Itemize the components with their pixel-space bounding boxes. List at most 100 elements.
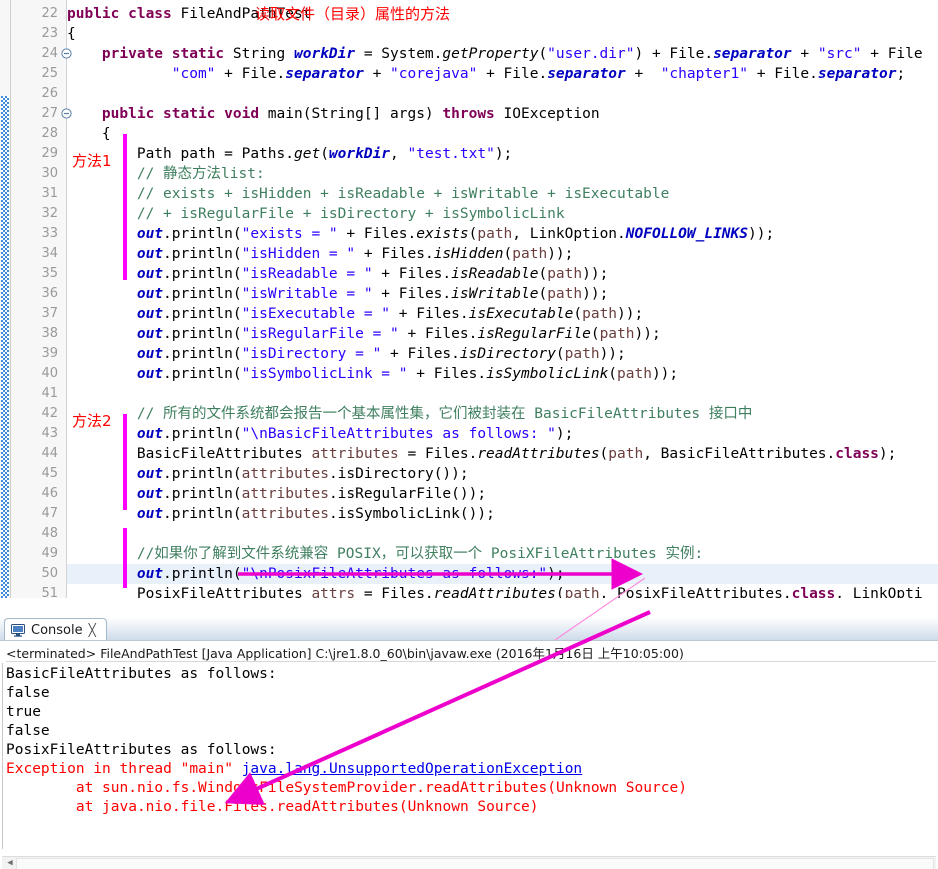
console-error-line: Exception in thread "main" java.lang.Uns… xyxy=(6,761,583,777)
code-token: ( xyxy=(590,326,600,342)
code-token: "isSymbolicLink = " xyxy=(241,366,408,382)
code-token: IOException xyxy=(503,106,600,122)
code-token: + Files. xyxy=(372,266,452,282)
line-number: 23 xyxy=(41,26,58,41)
code-token: path xyxy=(477,226,513,242)
code-line[interactable]: Path path = Paths.get(workDir, "test.txt… xyxy=(67,144,512,164)
line-number: 32 xyxy=(41,206,58,221)
line-number: 28 xyxy=(41,126,58,141)
code-line[interactable]: out.println("isHidden = " + Files.isHidd… xyxy=(67,244,574,264)
code-token: ( xyxy=(503,246,513,262)
code-token: class xyxy=(791,586,836,598)
code-line[interactable]: // + isRegularFile + isDirectory + isSym… xyxy=(67,204,565,224)
console-output-panel[interactable]: <terminated> FileAndPathTest [Java Appli… xyxy=(0,640,938,869)
code-line[interactable]: out.println("exists = " + Files.exists(p… xyxy=(67,224,774,244)
code-token: + Files. xyxy=(390,306,469,322)
code-line[interactable]: out.println("isSymbolicLink = " + Files.… xyxy=(67,364,678,384)
code-line[interactable]: out.println("\nPosixFileAttributes as fo… xyxy=(67,564,565,584)
editor-line-number-ruler: 22 23 24 25 26 27 28 29 30 31 32 33 34 35 36 37 38 39 40 41… xyxy=(11,0,72,598)
code-token: out xyxy=(136,226,164,242)
code-line[interactable]: out.println("\nBasicFileAttributes as fo… xyxy=(67,424,574,444)
code-token: attributes xyxy=(311,446,399,462)
code-token: .println( xyxy=(163,226,242,242)
code-line[interactable]: out.println("isExecutable = " + Files.is… xyxy=(67,304,643,324)
tab-console[interactable]: Console ╳ xyxy=(4,618,107,641)
console-stacktrace-link[interactable]: java.lang.UnsupportedOperationException xyxy=(242,761,582,777)
code-token: + Files. xyxy=(372,286,452,302)
code-token: , LinkOpti xyxy=(835,586,923,598)
code-token: // 所有的文件系统都会报告一个基本属性集，它们被封装在 BasicFileAt… xyxy=(67,406,753,422)
code-line[interactable]: out.println(attributes.isDirectory()); xyxy=(67,464,469,484)
code-line[interactable]: "com" + File.separator + "corejava" + Fi… xyxy=(67,64,905,84)
editor-annotation-ruler[interactable] xyxy=(0,0,11,598)
code-line[interactable]: out.println("isDirectory = " + Files.isD… xyxy=(67,344,626,364)
java-editor[interactable]: 22 23 24 25 26 27 28 29 30 31 32 33 34 35 36 37 38 39 40 41… xyxy=(0,0,938,598)
code-line[interactable]: private static String workDir = System.g… xyxy=(67,44,923,64)
code-token: path xyxy=(599,326,635,342)
code-token: "exists = " xyxy=(241,226,338,242)
line-number: 40 xyxy=(41,366,58,381)
code-token: + xyxy=(625,66,661,82)
code-token: out xyxy=(136,486,164,502)
code-token: "isWritable = " xyxy=(241,286,373,302)
console-icon xyxy=(11,623,25,637)
code-token: + File. xyxy=(748,66,818,82)
code-token: String xyxy=(232,46,294,62)
code-line[interactable]: out.println(attributes.isRegularFile()); xyxy=(67,484,486,504)
code-token: separator xyxy=(285,66,364,82)
code-line[interactable]: BasicFileAttributes attributes = Files.r… xyxy=(67,444,897,464)
console-output-text[interactable]: BasicFileAttributes as follows: false true… xyxy=(6,665,932,817)
console-horizontal-scrollbar[interactable]: ◀ xyxy=(2,856,936,869)
code-token: isExecutable xyxy=(468,306,574,322)
code-token: class xyxy=(835,446,879,462)
code-line[interactable]: //如果你了解到文件系统兼容 POSIX，可以获取一个 PosiXFileAtt… xyxy=(67,544,703,564)
code-token: PosixFileAttributes xyxy=(67,586,312,598)
code-token: isWritable xyxy=(451,286,539,302)
code-token: // exists + isHidden + isReadable + isWr… xyxy=(67,186,670,202)
code-line[interactable]: out.println("isReadable = " + Files.isRe… xyxy=(67,264,608,284)
code-token: BasicFileAttributes xyxy=(67,446,312,462)
code-token: ( xyxy=(320,146,329,162)
code-line[interactable]: { xyxy=(67,124,111,144)
code-line[interactable]: out.println("isRegularFile = " + Files.i… xyxy=(67,324,661,344)
code-line[interactable]: // exists + isHidden + isReadable + isWr… xyxy=(67,184,670,204)
code-token: )); xyxy=(634,326,661,342)
scrollbar-thumb[interactable] xyxy=(16,858,934,869)
code-token: readAttributes xyxy=(477,446,600,462)
code-token: .println( xyxy=(163,286,242,302)
code-line[interactable]: out.println(attributes.isSymbolicLink())… xyxy=(67,504,495,524)
code-token: static xyxy=(163,106,225,122)
editor-code-area[interactable]: public class FileAndPathTest{ private st… xyxy=(67,0,938,598)
code-token: + xyxy=(791,46,818,62)
code-line[interactable]: { xyxy=(67,24,76,44)
code-token: )); xyxy=(748,226,775,242)
code-token: "\nPosixFileAttributes as follows:" xyxy=(241,566,548,582)
line-number: 27 xyxy=(41,106,58,121)
code-token: ( xyxy=(599,446,609,462)
code-token: path xyxy=(617,366,652,382)
code-token: + Files. xyxy=(407,366,487,382)
code-line[interactable]: // 所有的文件系统都会报告一个基本属性集，它们被封装在 BasicFileAt… xyxy=(67,404,753,424)
code-token: out xyxy=(136,466,164,482)
code-token: )); xyxy=(582,266,609,282)
code-line[interactable]: PosixFileAttributes attrs = Files.readAt… xyxy=(67,584,923,598)
code-token: + Files. xyxy=(381,346,460,362)
code-token: .println( xyxy=(163,306,242,322)
code-token: out xyxy=(136,266,164,282)
line-number: 42 xyxy=(41,406,58,421)
code-token: ( xyxy=(538,266,548,282)
code-token: isHidden xyxy=(433,246,504,262)
code-token: isSymbolicLink xyxy=(486,366,609,382)
code-line[interactable]: public static void main(String[] args) t… xyxy=(67,104,600,124)
console-output-line: PosixFileAttributes as follows: xyxy=(6,742,277,758)
code-line[interactable]: out.println("isWritable = " + Files.isWr… xyxy=(67,284,608,304)
code-token: out xyxy=(136,326,164,342)
close-icon[interactable]: ╳ xyxy=(89,623,96,637)
code-token: workDir xyxy=(328,146,391,162)
code-token: path xyxy=(564,586,600,598)
code-token: private xyxy=(101,46,172,62)
scroll-left-arrow-icon[interactable]: ◀ xyxy=(4,858,16,869)
line-number: 49 xyxy=(41,546,58,561)
